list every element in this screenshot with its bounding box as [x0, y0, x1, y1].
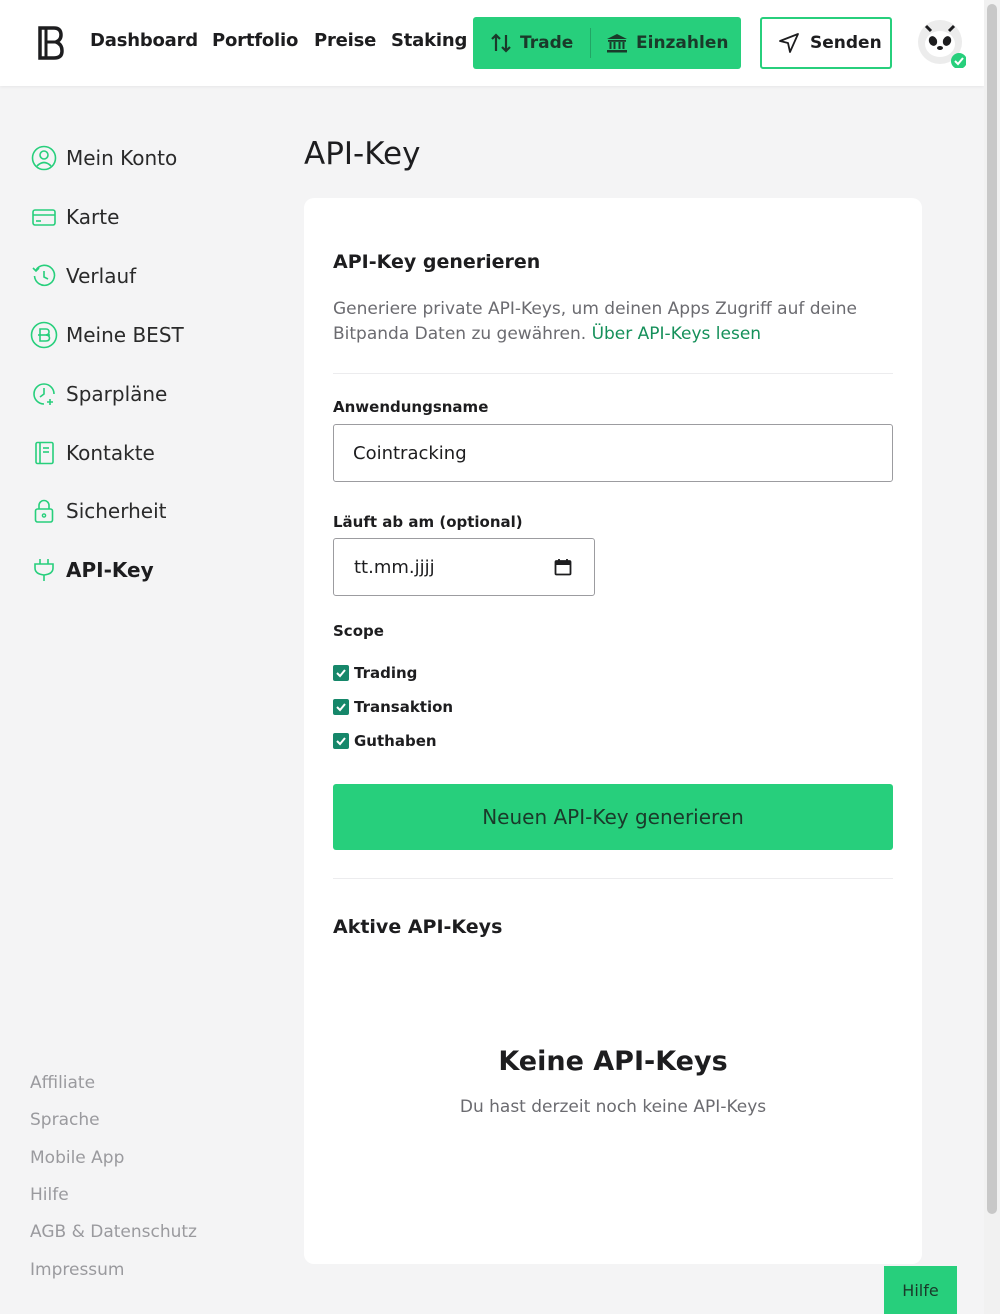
card-icon — [30, 203, 58, 231]
footer-link-sprache[interactable]: Sprache — [30, 1110, 100, 1130]
expiry-label: Läuft ab am (optional) — [333, 513, 523, 531]
scope-trading[interactable]: Trading — [333, 664, 417, 682]
sidebar-item-sparplaene[interactable]: Sparpläne — [30, 380, 167, 408]
generate-api-key-button[interactable]: Neuen API-Key generieren — [333, 784, 893, 850]
trade-deposit-button-group: Trade Einzahlen — [473, 17, 741, 69]
checkbox-checked[interactable] — [333, 699, 349, 715]
footer-link-hilfe[interactable]: Hilfe — [30, 1185, 69, 1205]
plug-icon — [30, 556, 58, 584]
sidebar-item-label: API-Key — [66, 558, 154, 582]
send-button[interactable]: Senden — [760, 17, 892, 69]
trade-button[interactable]: Trade — [473, 17, 590, 69]
button-divider — [590, 28, 591, 58]
expiry-placeholder: tt.mm.jjjj — [354, 556, 435, 578]
calendar-icon[interactable] — [554, 558, 572, 576]
send-icon — [779, 33, 799, 53]
bitpanda-logo-icon[interactable] — [36, 24, 64, 62]
footer-link-impressum[interactable]: Impressum — [30, 1260, 125, 1280]
sidebar-item-karte[interactable]: Karte — [30, 203, 119, 231]
footer-link-affiliate[interactable]: Affiliate — [30, 1073, 95, 1093]
checkbox-checked[interactable] — [333, 733, 349, 749]
nav-staking[interactable]: Staking — [391, 30, 467, 51]
scope-guthaben[interactable]: Guthaben — [333, 732, 437, 750]
contacts-icon — [30, 439, 58, 467]
page-title: API-Key — [304, 136, 421, 172]
bank-icon — [607, 34, 627, 53]
sidebar-item-label: Verlauf — [66, 264, 137, 288]
divider — [333, 373, 893, 374]
savings-plan-icon — [30, 380, 58, 408]
trade-label: Trade — [520, 33, 574, 53]
sidebar-item-kontakte[interactable]: Kontakte — [30, 439, 155, 467]
check-icon — [336, 703, 346, 712]
app-name-input[interactable] — [333, 424, 893, 482]
user-icon — [30, 144, 58, 172]
sidebar-item-label: Meine BEST — [66, 323, 184, 347]
footer-link-agb-datenschutz[interactable]: AGB & Datenschutz — [30, 1222, 197, 1242]
nav-portfolio[interactable]: Portfolio — [212, 30, 298, 51]
checkbox-checked[interactable] — [333, 665, 349, 681]
empty-state-title: Keine API-Keys — [498, 1046, 728, 1077]
empty-state-subtitle: Du hast derzeit noch keine API-Keys — [459, 1097, 767, 1117]
scope-label: Scope — [333, 622, 384, 640]
description-text: Generiere private API-Keys, um deinen Ap… — [333, 299, 857, 344]
nav-preise[interactable]: Preise — [314, 30, 376, 51]
deposit-label: Einzahlen — [636, 33, 729, 53]
sidebar-item-api-key[interactable]: API-Key — [30, 556, 154, 584]
check-icon — [336, 669, 346, 678]
scrollbar-thumb[interactable] — [987, 4, 997, 1214]
sidebar-item-sicherheit[interactable]: Sicherheit — [30, 497, 166, 525]
scope-label-text: Trading — [354, 664, 418, 682]
scope-label-text: Guthaben — [354, 732, 437, 750]
nav-dashboard[interactable]: Dashboard — [90, 30, 198, 51]
lock-icon — [30, 497, 58, 525]
top-header: Dashboard Portfolio Preise Staking Trade… — [0, 0, 984, 86]
deposit-button[interactable]: Einzahlen — [591, 17, 741, 69]
sidebar-item-label: Sicherheit — [66, 499, 167, 523]
send-label: Senden — [810, 33, 882, 53]
swap-arrows-icon — [491, 33, 511, 53]
divider — [333, 878, 893, 879]
best-coin-icon — [30, 321, 58, 349]
scope-transaktion[interactable]: Transaktion — [333, 698, 453, 716]
footer-link-mobile-app[interactable]: Mobile App — [30, 1148, 124, 1168]
history-icon — [30, 262, 58, 290]
sidebar-item-label: Kontakte — [66, 441, 155, 465]
about-api-keys-link[interactable]: Über API-Keys lesen — [592, 324, 761, 344]
section-title-generate: API-Key generieren — [333, 251, 541, 273]
help-button[interactable]: Hilfe — [884, 1266, 957, 1314]
sidebar-item-verlauf[interactable]: Verlauf — [30, 262, 136, 290]
sidebar-item-mein-konto[interactable]: Mein Konto — [30, 144, 177, 172]
app-name-label: Anwendungsname — [333, 398, 489, 416]
active-keys-title: Aktive API-Keys — [333, 916, 503, 938]
check-icon — [336, 737, 346, 746]
panda-avatar-icon[interactable] — [916, 18, 966, 68]
scope-label-text: Transaktion — [354, 698, 454, 716]
sidebar-item-meine-best[interactable]: Meine BEST — [30, 321, 184, 349]
sidebar-item-label: Sparpläne — [66, 382, 168, 406]
expiry-date-input[interactable]: tt.mm.jjjj — [333, 538, 595, 596]
sidebar-item-label: Karte — [66, 205, 120, 229]
sidebar-item-label: Mein Konto — [66, 146, 178, 170]
